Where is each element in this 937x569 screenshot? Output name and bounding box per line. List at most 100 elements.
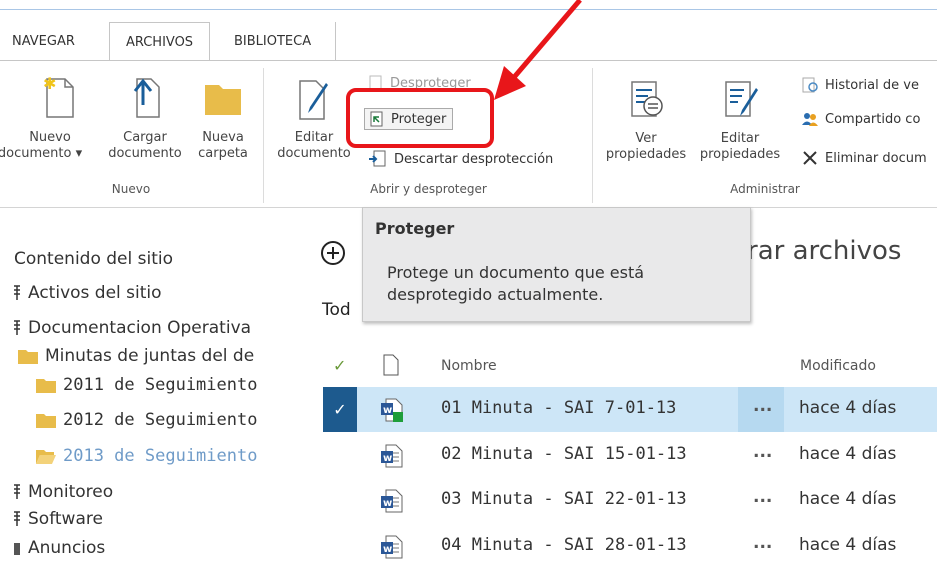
folder-icon bbox=[205, 85, 241, 115]
svg-text:✱: ✱ bbox=[43, 75, 56, 93]
word-document-icon: w bbox=[381, 535, 403, 559]
edit-properties-button[interactable]: Editar propiedades bbox=[690, 78, 790, 163]
word-document-icon: w bbox=[381, 489, 403, 513]
delete-document-button[interactable]: Eliminar docum bbox=[801, 150, 927, 166]
new-folder-button[interactable]: Nueva carpeta bbox=[193, 75, 253, 162]
table-row[interactable]: w 03 Minuta - SAI 22-01-13 ... hace 4 dí… bbox=[323, 478, 937, 523]
group-separator bbox=[263, 68, 264, 203]
edit-document-icon bbox=[299, 80, 328, 120]
sidebar-item-anuncios[interactable]: Anuncios bbox=[12, 538, 105, 558]
add-icon[interactable] bbox=[320, 240, 346, 266]
folder-icon bbox=[36, 414, 56, 428]
version-history-icon bbox=[802, 77, 818, 93]
document-name-link[interactable]: 04 Minuta - SAI 28-01-13 bbox=[441, 535, 687, 555]
version-history-button[interactable]: Historial de ve bbox=[801, 77, 919, 93]
tab-archivos[interactable]: ARCHIVOS bbox=[109, 22, 210, 61]
new-folder-label-1: Nueva bbox=[202, 130, 244, 145]
sidebar-label: Activos del sitio bbox=[28, 283, 162, 303]
new-folder-label-2: carpeta bbox=[198, 146, 248, 161]
new-document-label-2: documento ▾ bbox=[0, 146, 100, 162]
modified-value: hace 4 días bbox=[799, 444, 897, 464]
tab-navegar[interactable]: NAVEGAR bbox=[12, 22, 88, 60]
modified-value: hace 4 días bbox=[799, 535, 897, 555]
table-row[interactable]: w 04 Minuta - SAI 28-01-13 ... hace 4 dí… bbox=[323, 524, 937, 569]
sidebar-item-activos[interactable]: Activos del sitio bbox=[12, 283, 162, 303]
sidebar-item-documentacion[interactable]: Documentacion Operativa bbox=[12, 318, 251, 338]
file-type-icon bbox=[383, 354, 399, 376]
table-row[interactable]: ✓ w 01 Minuta - SAI 7-01-13 ... hace 4 d… bbox=[323, 387, 937, 432]
sidebar-item-minutas[interactable]: Minutas de juntas del de bbox=[17, 346, 254, 366]
proteger-tooltip: Proteger Protege un documento que está d… bbox=[362, 207, 751, 322]
column-header-name[interactable]: Nombre bbox=[441, 358, 497, 374]
discard-checkout-icon bbox=[369, 150, 386, 167]
top-border bbox=[0, 9, 937, 10]
sidebar-item-2013[interactable]: 2013 de Seguimiento bbox=[35, 446, 257, 466]
svg-text:w: w bbox=[383, 544, 392, 555]
page-heading-partial: rar archivos bbox=[747, 236, 902, 266]
edit-properties-icon bbox=[725, 81, 758, 117]
sidebar-label: Contenido del sitio bbox=[14, 249, 174, 269]
highlight-box bbox=[346, 88, 494, 148]
modified-value: hace 4 días bbox=[799, 398, 897, 418]
red-arrow-icon bbox=[494, 0, 582, 100]
upload-document-button[interactable]: Cargar documento bbox=[100, 75, 190, 162]
library-icon bbox=[14, 285, 20, 300]
sidebar-item-monitoreo[interactable]: Monitoreo bbox=[12, 482, 113, 502]
document-name-link[interactable]: 02 Minuta - SAI 15-01-13 bbox=[441, 444, 687, 464]
row-checkbox[interactable]: ✓ bbox=[323, 387, 357, 432]
tab-biblioteca[interactable]: BIBLIOTECA bbox=[234, 22, 334, 60]
select-all-check-icon[interactable]: ✓ bbox=[333, 356, 346, 375]
sidebar-label: 2013 de Seguimiento bbox=[63, 446, 258, 466]
descartar-label: Descartar desprotección bbox=[394, 151, 554, 167]
new-document-label-text: documento bbox=[0, 146, 72, 161]
word-document-icon: w bbox=[381, 444, 403, 468]
sidebar-label: Software bbox=[28, 509, 103, 529]
sidebar-item-2011[interactable]: 2011 de Seguimiento bbox=[35, 375, 257, 395]
ellipsis-menu-button[interactable]: ... bbox=[753, 533, 772, 553]
sidebar-item-contenido[interactable]: Contenido del sitio bbox=[14, 249, 173, 269]
tooltip-line-1: Protege un documento que está bbox=[387, 263, 645, 282]
descartar-desproteccion-button[interactable]: Descartar desprotección bbox=[368, 150, 553, 168]
tooltip-title: Proteger bbox=[375, 219, 455, 238]
sidebar-label: Minutas de juntas del de bbox=[45, 346, 255, 366]
svg-text:w: w bbox=[383, 405, 392, 416]
shared-with-button[interactable]: Compartido co bbox=[801, 111, 920, 127]
edit-properties-label-2: propiedades bbox=[699, 147, 781, 162]
open-folder-icon bbox=[36, 450, 56, 464]
tab-navegar-label: NAVEGAR bbox=[12, 34, 75, 49]
ellipsis-menu-button[interactable]: ... bbox=[753, 442, 772, 462]
view-properties-label-2: propiedades bbox=[605, 147, 687, 162]
sidebar-label: 2011 de Seguimiento bbox=[63, 375, 258, 395]
new-document-button[interactable]: ✱ Nuevo documento ▾ bbox=[0, 74, 100, 162]
ellipsis-menu-button[interactable]: ... bbox=[753, 396, 772, 416]
ribbon-top-line bbox=[0, 60, 937, 61]
tooltip-body: Protege un documento que está desprotegi… bbox=[387, 262, 644, 306]
sidebar-label: Monitoreo bbox=[28, 482, 114, 502]
folder-icon bbox=[18, 350, 38, 364]
view-properties-button[interactable]: Ver propiedades bbox=[603, 78, 689, 163]
sidebar-item-software[interactable]: Software bbox=[12, 509, 103, 529]
table-row[interactable]: w 02 Minuta - SAI 15-01-13 ... hace 4 dí… bbox=[323, 433, 937, 478]
sidebar-item-2012[interactable]: 2012 de Seguimiento bbox=[35, 410, 257, 430]
shared-with-label: Compartido co bbox=[825, 111, 921, 127]
column-header-modified[interactable]: Modificado bbox=[800, 358, 876, 374]
word-checked-out-icon: w bbox=[381, 398, 403, 422]
ellipsis-menu-button[interactable]: ... bbox=[753, 487, 772, 507]
new-document-label-1: Nuevo bbox=[29, 130, 71, 145]
library-icon bbox=[14, 320, 20, 335]
view-properties-label-1: Ver bbox=[635, 131, 657, 146]
document-name-link[interactable]: 03 Minuta - SAI 22-01-13 bbox=[441, 489, 687, 509]
tab-biblioteca-label: BIBLIOTECA bbox=[234, 34, 312, 49]
view-properties-icon bbox=[631, 81, 663, 117]
tooltip-line-2: desprotegido actualmente. bbox=[387, 285, 604, 304]
edit-properties-label-1: Editar bbox=[720, 131, 760, 146]
view-selector-partial[interactable]: Tod bbox=[322, 300, 351, 320]
document-name-link[interactable]: 01 Minuta - SAI 7-01-13 bbox=[441, 398, 676, 418]
edit-document-label-2: documento bbox=[277, 146, 351, 161]
upload-label-2: documento bbox=[108, 146, 182, 161]
group-label-abrir: Abrir y desproteger bbox=[370, 182, 487, 196]
sidebar-label: Documentacion Operativa bbox=[28, 318, 252, 338]
tab-separator bbox=[335, 22, 336, 60]
people-icon bbox=[802, 113, 818, 126]
list-header: ✓ Nombre Modificado bbox=[323, 350, 937, 390]
